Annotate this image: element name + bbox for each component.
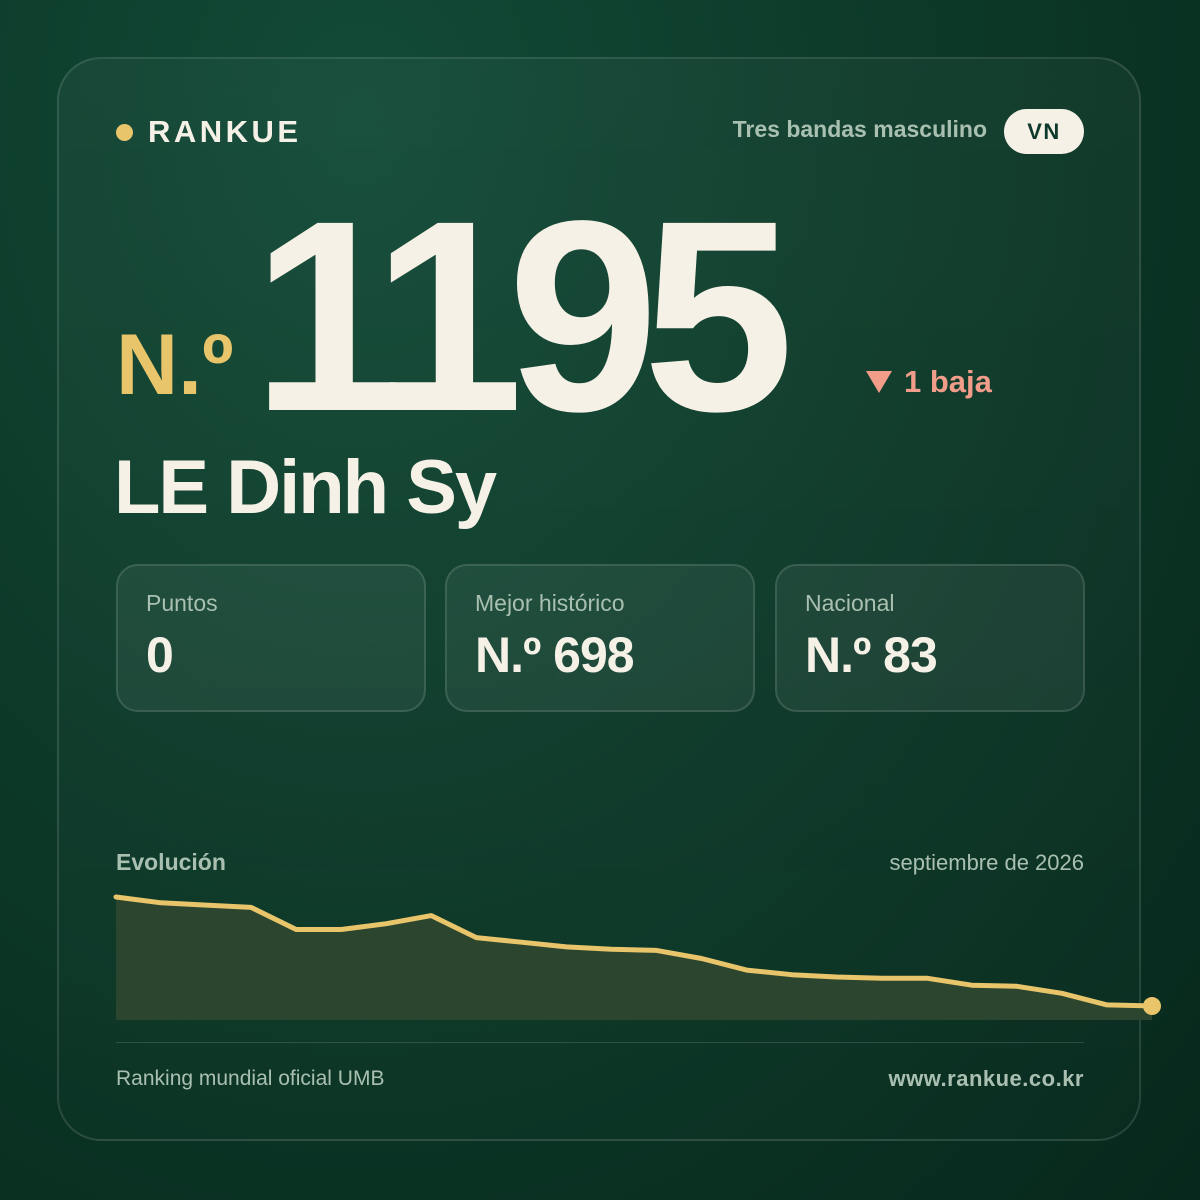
footer-source: Ranking mundial oficial UMB — [116, 1067, 385, 1090]
footer-url: www.rankue.co.kr — [888, 1066, 1084, 1091]
evolution-chart — [113, 894, 1161, 1020]
footer-divider — [116, 1042, 1084, 1043]
chart-end-point — [1143, 997, 1161, 1016]
